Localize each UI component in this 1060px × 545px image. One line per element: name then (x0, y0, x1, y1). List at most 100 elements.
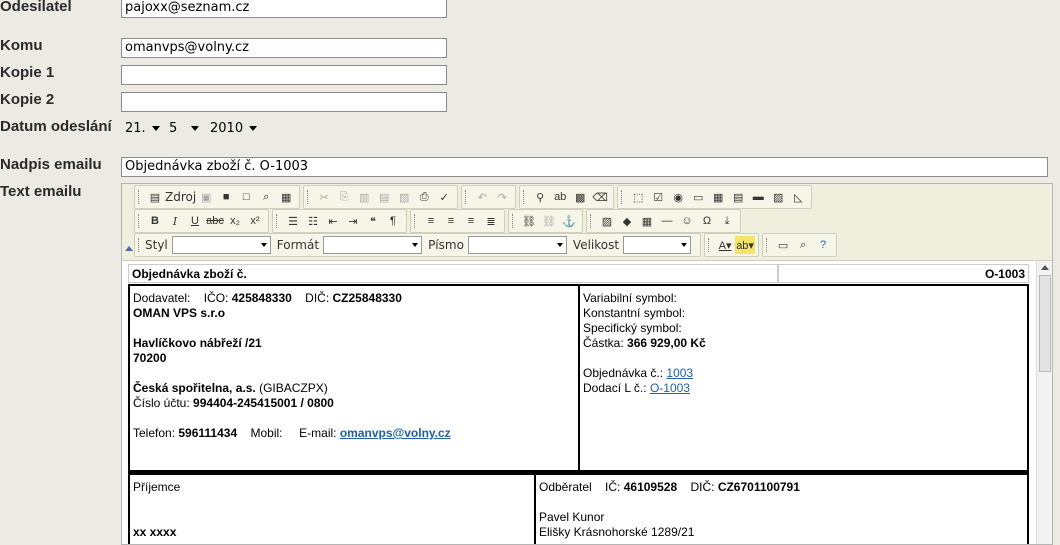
redo-icon[interactable]: ↷ (492, 188, 512, 206)
remove-format-icon[interactable]: ⌫ (590, 188, 610, 206)
cut-icon[interactable]: ✂ (314, 188, 334, 206)
undo-icon[interactable]: ↶ (472, 188, 492, 206)
new-page-icon[interactable]: □ (236, 188, 256, 206)
div-icon[interactable]: ¶ (383, 212, 403, 230)
amount-value: 366 929,00 Kč (627, 336, 706, 350)
paste-text-icon[interactable]: ▤ (374, 188, 394, 206)
payment-box: Variabilní symbol: Konstantní symbol: Sp… (579, 284, 1029, 472)
superscript-icon[interactable]: x² (245, 212, 265, 230)
subscript-icon[interactable]: x₂ (225, 212, 245, 230)
copy-icon[interactable]: ⎘ (334, 188, 354, 206)
select-field-icon[interactable]: ▤ (728, 188, 748, 206)
recipient-label: Příjemce (133, 480, 181, 494)
subject-field[interactable]: Objednávka zboží č. O-1003 (121, 157, 1048, 177)
paste-word-icon[interactable]: ▧ (394, 188, 414, 206)
dic-label: DIČ: (305, 291, 330, 305)
font-combo[interactable] (467, 236, 567, 254)
bold-icon[interactable]: B (145, 212, 165, 230)
image-button-icon[interactable]: ▨ (768, 188, 788, 206)
align-right-icon[interactable]: ≡ (461, 212, 481, 230)
style-label: Styl (145, 238, 168, 252)
toolbar-group-links: ⛓ ⛓ ⚓ (508, 209, 583, 233)
numbered-list-icon[interactable]: ☰ (283, 212, 303, 230)
order-label: Objednávka č.: (583, 366, 664, 380)
strikethrough-icon[interactable]: abc (205, 212, 225, 230)
delivery-link[interactable]: O-1003 (650, 381, 690, 395)
customer-label: Odběratel (539, 480, 592, 494)
checkbox-icon[interactable]: ☑ (648, 188, 668, 206)
supplier-street: Havlíčkovo nábřeží /21 (133, 336, 262, 350)
format-combo[interactable] (323, 236, 423, 254)
collapse-toolbar-icon[interactable] (125, 246, 133, 251)
save-doc-icon[interactable]: ▣ (196, 188, 216, 206)
page-break-icon[interactable]: ⤓ (717, 212, 737, 230)
print-icon[interactable]: ⎙ (414, 188, 434, 206)
ico-value: 425848330 (231, 291, 292, 305)
replace-icon[interactable]: ab (550, 188, 570, 206)
form-icon[interactable]: ⬚ (628, 188, 648, 206)
toolbar-row-2: B I U abc x₂ x² ☰ ☷ ⇤ ⇥ ❝ ¶ ≡ ≡ ≡ ≣ ⛓ ⛓ … (134, 209, 744, 233)
image-icon[interactable]: ▨ (597, 212, 617, 230)
to-field[interactable]: omanvps@volny.cz (121, 38, 447, 58)
unlink-icon[interactable]: ⛓ (539, 212, 559, 230)
textfield-icon[interactable]: ▭ (688, 188, 708, 206)
date-month-select[interactable]: 5 (169, 118, 200, 138)
scroll-thumb[interactable] (1039, 275, 1051, 372)
link-icon[interactable]: ⛓ (519, 212, 539, 230)
anchor-icon[interactable]: ⚓ (559, 212, 579, 230)
special-char-icon[interactable]: Ω (697, 212, 717, 230)
date-day-select[interactable]: 21. (125, 118, 160, 138)
email-body-editor[interactable]: ▤ Zdroj ▣ ■ □ ⌕ ▦ ✂ ⎘ ▥ ▤ ▧ ⎙ ✓ ↶ ↷ ⚲ ab… (121, 183, 1053, 545)
chevron-down-icon (412, 243, 419, 247)
cc2-field[interactable] (121, 92, 447, 112)
indent-icon[interactable]: ⇥ (343, 212, 363, 230)
bulleted-list-icon[interactable]: ☷ (303, 212, 323, 230)
toolbar-group-lists: ☰ ☷ ⇤ ⇥ ❝ ¶ (272, 209, 407, 233)
align-left-icon[interactable]: ≡ (421, 212, 441, 230)
templates-icon[interactable]: ▦ (276, 188, 296, 206)
bank-name: Česká spořitelna, a.s. (133, 381, 256, 395)
italic-icon[interactable]: I (165, 212, 185, 230)
select-all-icon[interactable]: ▩ (570, 188, 590, 206)
paste-icon[interactable]: ▥ (354, 188, 374, 206)
maximize-icon[interactable]: ▭ (773, 236, 793, 254)
show-blocks-icon[interactable]: ⌕ (793, 236, 813, 254)
style-combo[interactable] (171, 236, 271, 254)
flash-icon[interactable]: ◆ (617, 212, 637, 230)
spellcheck-icon[interactable]: ✓ (434, 188, 454, 206)
sender-field[interactable]: pajoxx@seznam.cz (121, 0, 447, 18)
horizontal-rule-icon[interactable]: — (657, 212, 677, 230)
supplier-email-link[interactable]: omanvps@volny.cz (340, 426, 451, 440)
textarea-icon[interactable]: ▦ (708, 188, 728, 206)
source-button[interactable]: Zdroj (165, 190, 196, 204)
underline-icon[interactable]: U (185, 212, 205, 230)
text-color-icon[interactable]: A▾ (715, 236, 735, 254)
save-icon[interactable]: ■ (216, 188, 236, 206)
help-icon[interactable]: ? (813, 236, 833, 254)
toolbar-group-basic: B I U abc x₂ x² (134, 209, 269, 233)
outdent-icon[interactable]: ⇤ (323, 212, 343, 230)
scroll-up-icon[interactable] (1041, 265, 1049, 270)
toolbar-row-3: Styl Formát Písmo Velikost A▾ ab▾ ▭ ⌕ ? (134, 233, 840, 257)
editor-content[interactable]: Objednávka zboží č. O-1003 Dodavatel: IČ… (122, 261, 1036, 544)
radio-icon[interactable]: ◉ (668, 188, 688, 206)
size-combo[interactable] (623, 236, 692, 254)
cc1-label: Kopie 1 (0, 64, 55, 81)
recipient-name: xx xxxx (133, 525, 177, 539)
order-link[interactable]: 1003 (666, 366, 693, 380)
justify-icon[interactable]: ≣ (481, 212, 501, 230)
find-icon[interactable]: ⚲ (530, 188, 550, 206)
blockquote-icon[interactable]: ❝ (363, 212, 383, 230)
button-field-icon[interactable]: ▬ (748, 188, 768, 206)
align-center-icon[interactable]: ≡ (441, 212, 461, 230)
doc-header-right: O-1003 (778, 264, 1029, 283)
table-icon[interactable]: ▦ (637, 212, 657, 230)
preview-icon[interactable]: ⌕ (256, 188, 276, 206)
bg-color-icon[interactable]: ab▾ (735, 236, 756, 254)
editor-scrollbar[interactable] (1036, 261, 1052, 544)
mobile-label: Mobil: (250, 426, 283, 440)
cc1-field[interactable] (121, 65, 447, 85)
hidden-field-icon[interactable]: ◺ (788, 188, 808, 206)
smiley-icon[interactable]: ☺ (677, 212, 697, 230)
date-year-select[interactable]: 2010 (210, 118, 258, 138)
